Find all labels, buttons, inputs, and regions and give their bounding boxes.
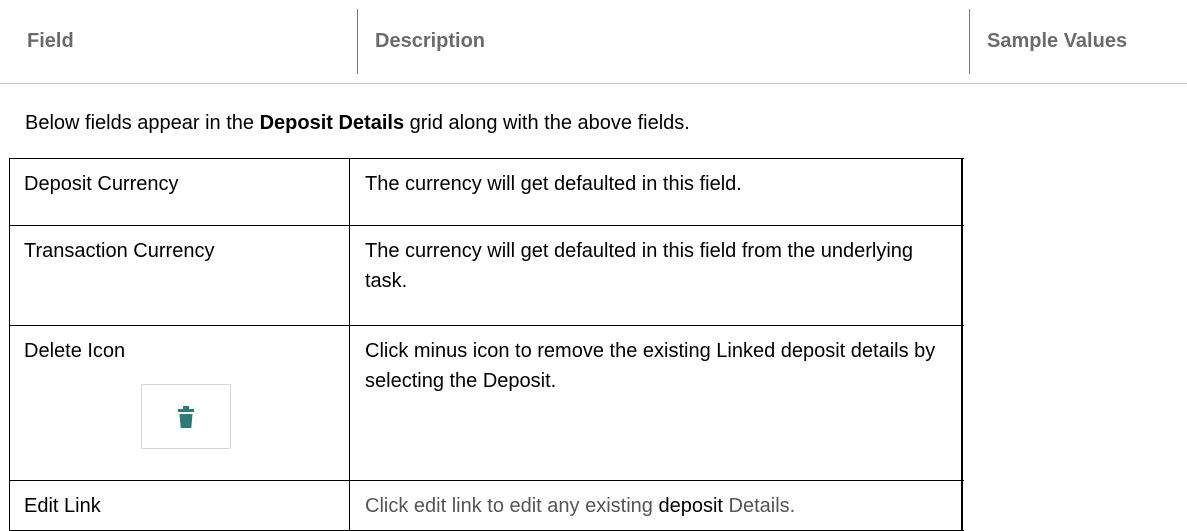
header-field: Field — [27, 30, 74, 52]
header-description: Description — [375, 30, 486, 52]
cell-field: Transaction Currency — [10, 226, 350, 325]
header-divider — [969, 9, 970, 74]
cell-field: Edit Link — [10, 481, 350, 530]
table-row: Deposit Currency The currency will get d… — [10, 159, 964, 226]
intro-bold: Deposit Details — [259, 111, 405, 134]
cell-field: Deposit Currency — [10, 159, 350, 225]
cell-description: Click edit link to edit any existing dep… — [350, 481, 962, 530]
intro-prefix: Below fields appear in the — [25, 111, 260, 134]
trash-icon — [178, 405, 194, 428]
table-row: Transaction Currency The currency will g… — [10, 226, 964, 326]
cell-sample — [962, 226, 963, 325]
header-divider — [357, 9, 358, 74]
description-part: Click edit link to edit any existing — [365, 495, 659, 517]
cell-sample — [962, 159, 963, 225]
cell-description: The currency will get defaulted in this … — [350, 226, 962, 325]
cell-description: Click minus icon to remove the existing … — [350, 326, 962, 480]
description-part: Details. — [722, 495, 796, 517]
header-sample-values: Sample Values — [987, 30, 1128, 52]
cell-field: Delete Icon — [10, 326, 350, 480]
delete-button[interactable] — [141, 384, 231, 449]
cell-sample — [962, 481, 963, 530]
cell-field-text: Delete Icon — [24, 340, 126, 362]
table-header-row: Field Description Sample Values — [0, 0, 1187, 84]
table-row: Delete Icon Click minus icon to remove t… — [10, 326, 964, 481]
cell-sample — [962, 326, 963, 480]
intro-suffix: grid along with the above fields. — [404, 111, 690, 134]
table-row: Edit Link Click edit link to edit any ex… — [10, 481, 964, 531]
description-part: deposit — [658, 495, 723, 517]
cell-description: The currency will get defaulted in this … — [350, 159, 962, 225]
intro-paragraph: Below fields appear in the Deposit Detai… — [25, 88, 690, 158]
deposit-details-grid: Deposit Currency The currency will get d… — [9, 158, 964, 531]
